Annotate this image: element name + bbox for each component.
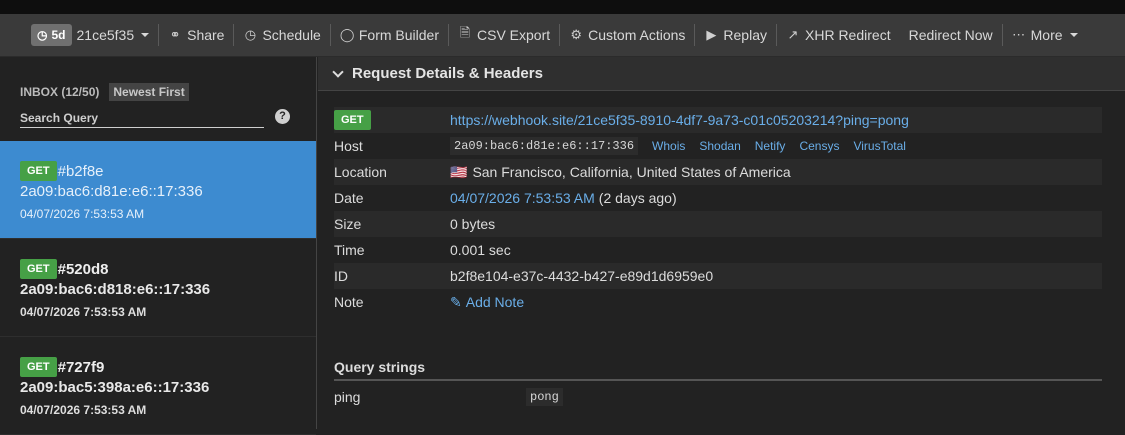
token-label: 21ce5f35 [76,27,135,43]
share-button[interactable]: ⚭ Share [159,14,233,57]
sort-toggle[interactable]: Newest First [109,83,189,101]
request-ip: 2a09:bac5:398a:e6::17:336 [20,379,210,396]
main-panel: Request Details & Headers GET https://we… [318,57,1125,429]
size-row: Size 0 bytes [334,211,1102,237]
pencil-icon: ✎ [450,293,462,310]
request-ip: 2a09:bac6:d818:e6::17:336 [20,281,211,298]
request-id: #520d8 [57,260,109,278]
custom-actions-button[interactable]: ⚙ Custom Actions [560,14,694,57]
details-table: GET https://webhook.site/21ce5f35-8910-4… [334,107,1102,315]
location-row: Location 🇺🇸 San Francisco, California, U… [334,159,1102,185]
sidebar: INBOX (12/50) Newest First ? GET #b2f8e … [0,57,317,435]
chevron-down-icon [332,65,344,78]
date-link[interactable]: 04/07/2026 7:53:53 AM [450,190,595,206]
request-time: 04/07/2026 7:53:53 AM [20,207,145,221]
id-label: ID [334,268,348,284]
age-badge: ◷ 5d [31,24,72,46]
virustotal-link[interactable]: VirusTotal [853,139,905,153]
time-row: Time 0.001 sec [334,237,1102,263]
id-row: ID b2f8e104-e37c-4432-b427-e89d1d6959e0 [334,263,1102,289]
search-input[interactable] [20,109,264,128]
note-row: Note ✎ Add Note [334,289,1102,315]
size-value: 0 bytes [450,216,496,232]
details-panel-header[interactable]: Request Details & Headers [318,57,1125,91]
caret-down-icon [141,33,150,37]
add-note-button[interactable]: ✎ Add Note [450,294,524,311]
request-item[interactable]: GET #727f9 2a09:bac5:398a:e6::17:336 04/… [0,337,316,435]
url-row: GET https://webhook.site/21ce5f35-8910-4… [334,107,1102,133]
clock-icon: ◷ [244,27,257,42]
query-key: ping [334,389,361,405]
method-badge: GET [20,161,57,181]
play-icon: ▶ [706,27,717,42]
request-ip: 2a09:bac6:d81e:e6::17:336 [20,183,203,200]
id-value: b2f8e104-e37c-4432-b427-e89d1d6959e0 [450,268,714,284]
request-item[interactable]: GET #520d8 2a09:bac6:d818:e6::17:336 04/… [0,239,316,337]
query-value: pong [526,388,563,406]
date-ago: (2 days ago) [598,190,677,206]
gear-icon: ⚙ [570,27,582,42]
ellipsis-icon: ⋯ [1012,27,1026,42]
date-row: Date 04/07/2026 7:53:53 AM (2 days ago) [334,185,1102,211]
censys-link[interactable]: Censys [799,139,839,153]
add-note-label: Add Note [465,294,525,310]
token-selector[interactable]: ◷ 5d 21ce5f35 [22,14,158,57]
share-icon: ⚭ [169,27,181,42]
form-builder-button[interactable]: ◯ Form Builder [331,14,448,57]
method-badge: GET [20,259,57,279]
more-button[interactable]: ⋯ More [1003,14,1087,57]
external-link-icon: ↗ [787,27,799,42]
schedule-button[interactable]: ◷ Schedule [234,14,329,57]
shodan-link[interactable]: Shodan [699,139,740,153]
toolbar: ◷ 5d 21ce5f35 ⚭ Share ◷ Schedule ◯ Form … [0,14,1125,57]
location-value: San Francisco, California, United States… [472,164,791,180]
file-icon: 🗎 [459,25,471,40]
request-item[interactable]: GET #b2f8e 2a09:bac6:d81e:e6::17:336 04/… [0,141,316,239]
whois-link[interactable]: Whois [652,139,685,153]
redirect-now-button[interactable]: Redirect Now [900,14,1002,57]
method-badge: GET [20,357,57,377]
top-strip [0,0,1125,14]
inbox-count: INBOX (12/50) [20,85,100,99]
flag-icon: 🇺🇸 [450,163,468,180]
clock-icon: ◷ [37,28,48,42]
note-label: Note [334,294,364,310]
netify-link[interactable]: Netify [755,139,786,153]
time-label: Time [334,242,365,258]
method-badge: GET [334,110,371,130]
host-label: Host [334,138,363,154]
host-row: Host 2a09:bac6:d81e:e6::17:336 Whois Sho… [334,133,1102,159]
request-url-link[interactable]: https://webhook.site/21ce5f35-8910-4df7-… [450,112,909,128]
query-strings-heading: Query strings [334,359,1102,381]
time-value: 0.001 sec [450,242,511,258]
sidebar-header: INBOX (12/50) Newest First ? [0,57,316,141]
caret-down-icon [1069,33,1078,37]
size-label: Size [334,216,362,232]
tag-icon: ◯ [339,27,355,42]
request-time: 04/07/2026 7:53:53 AM [20,403,147,417]
help-icon[interactable]: ? [275,109,290,124]
date-label: Date [334,190,364,206]
replay-button[interactable]: ▶ Replay [695,14,776,57]
panel-title: Request Details & Headers [352,65,543,82]
request-time: 04/07/2026 7:53:53 AM [20,305,147,319]
csv-export-button[interactable]: 🗎 CSV Export [449,14,559,57]
request-id: #727f9 [57,358,105,376]
host-value: 2a09:bac6:d81e:e6::17:336 [450,137,639,155]
query-row: ping pong [334,386,1102,408]
request-id: #b2f8e [57,162,104,180]
location-label: Location [334,164,387,180]
xhr-redirect-button[interactable]: ↗ XHR Redirect [777,14,900,57]
